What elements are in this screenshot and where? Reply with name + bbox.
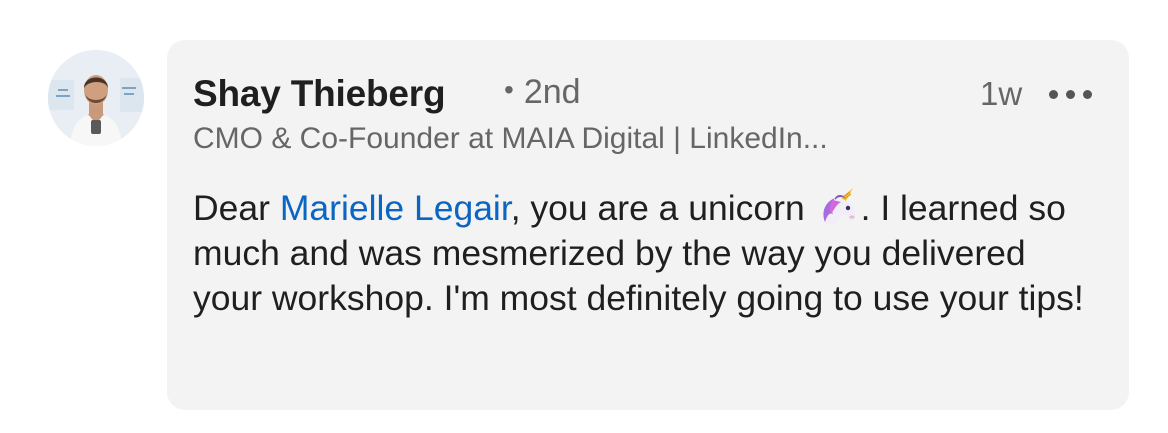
comment-prefix: Dear xyxy=(193,188,280,228)
more-dot xyxy=(1083,90,1092,99)
author-name[interactable]: Shay Thieberg xyxy=(193,73,446,115)
degree-separator: • xyxy=(504,74,514,105)
profile-photo-icon xyxy=(48,50,144,146)
timestamp: 1w xyxy=(980,75,1023,112)
connection-degree-label: 2nd xyxy=(523,73,581,111)
comment-text: Dear Marielle Legair, you are a unicorn … xyxy=(193,186,1093,321)
avatar[interactable] xyxy=(48,50,144,146)
more-options-icon[interactable] xyxy=(1049,88,1093,100)
unicorn-emoji-icon xyxy=(819,188,861,226)
mention-link[interactable]: Marielle Legair xyxy=(280,188,511,228)
more-dot xyxy=(1066,90,1075,99)
author-headline: CMO & Co-Founder at MAIA Digital | Linke… xyxy=(193,122,828,155)
comment-text-part: , you are a unicorn xyxy=(510,188,815,228)
comment-bubble: Shay Thieberg • 2nd 1w CMO & Co-Founder a… xyxy=(167,40,1129,410)
connection-degree: • 2nd xyxy=(504,73,581,112)
more-dot xyxy=(1049,90,1058,99)
